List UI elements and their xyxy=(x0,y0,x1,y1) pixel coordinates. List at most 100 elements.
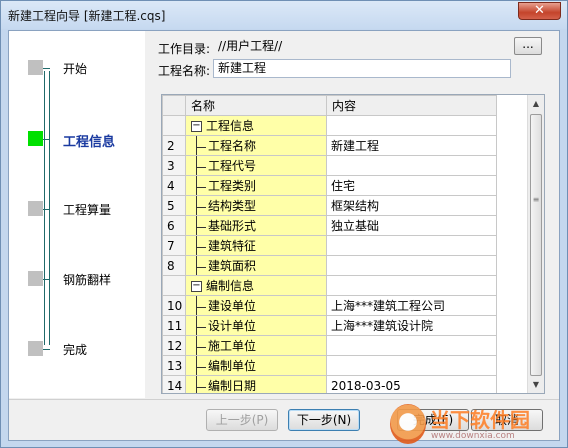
tree-line xyxy=(196,247,206,248)
row-number-cell xyxy=(162,115,186,136)
name-cell[interactable]: 建筑特征 xyxy=(185,235,327,256)
name-cell-content: − 工程信息 xyxy=(187,117,326,134)
name-cell[interactable]: 基础形式 xyxy=(185,215,327,236)
step-connector xyxy=(43,209,50,210)
grid-row[interactable]: 3 工程代号 xyxy=(162,155,497,176)
name-cell-content: 设计单位 xyxy=(187,316,326,335)
tree-line xyxy=(196,316,197,335)
name-cell[interactable]: 工程代号 xyxy=(185,155,327,176)
step-finish[interactable]: 完成 xyxy=(9,339,145,359)
next-button[interactable]: 下一步(N) xyxy=(288,409,360,431)
name-text: 工程信息 xyxy=(206,119,255,133)
grid-row[interactable]: 12 施工单位 xyxy=(162,335,497,356)
row-number-cell: 12 xyxy=(162,335,186,356)
row-number-cell: 6 xyxy=(162,215,186,236)
name-cell[interactable]: 施工单位 xyxy=(185,335,327,356)
value-cell[interactable] xyxy=(326,355,497,376)
value-column-header[interactable]: 内容 xyxy=(326,95,497,116)
step-marker-active xyxy=(28,131,43,146)
step-rebar[interactable]: 钢筋翻样 xyxy=(9,269,145,289)
project-name-label: 工程名称: xyxy=(158,64,211,78)
name-cell[interactable]: 结构类型 xyxy=(185,195,327,216)
prev-button[interactable]: 上一步(P) xyxy=(206,409,278,431)
value-cell[interactable]: 新建工程 xyxy=(326,135,497,156)
row-number-cell: 2 xyxy=(162,135,186,156)
step-marker xyxy=(28,341,43,356)
button-separator xyxy=(9,399,559,400)
title-bar[interactable]: 新建工程向导 [新建工程.cqs] ✕ xyxy=(1,1,567,29)
row-number-cell: 5 xyxy=(162,195,186,216)
window-title: 新建工程向导 [新建工程.cqs] xyxy=(8,9,166,23)
grid-row[interactable]: 4 工程类别 住宅 xyxy=(162,175,497,196)
name-cell-content: − 编制信息 xyxy=(187,277,326,294)
name-text: 设计单位 xyxy=(208,319,257,333)
name-cell[interactable]: 工程名称 xyxy=(185,135,327,156)
value-cell[interactable]: 上海***建筑设计院 xyxy=(326,315,497,336)
value-cell[interactable] xyxy=(326,335,497,356)
tree-line xyxy=(196,267,206,268)
value-cell[interactable] xyxy=(326,235,497,256)
grid-row[interactable]: 10 建设单位 上海***建筑工程公司 xyxy=(162,295,497,316)
collapse-icon[interactable]: − xyxy=(191,281,202,292)
collapse-icon[interactable]: − xyxy=(191,121,202,132)
tree-line xyxy=(196,256,197,275)
wizard-window: 新建工程向导 [新建工程.cqs] ✕ 开始 工程信息 工程算量 钢筋翻样 完成… xyxy=(0,0,568,448)
grid-row[interactable]: 6 基础形式 独立基础 xyxy=(162,215,497,236)
name-cell[interactable]: − 编制信息 xyxy=(185,275,327,296)
step-label: 钢筋翻样 xyxy=(63,273,112,287)
name-cell[interactable]: 编制日期 xyxy=(185,375,327,393)
grid-row[interactable]: 11 设计单位 上海***建筑设计院 xyxy=(162,315,497,336)
value-cell[interactable] xyxy=(326,275,497,296)
row-number-cell xyxy=(162,275,186,296)
tree-line xyxy=(196,376,197,393)
value-cell[interactable] xyxy=(326,255,497,276)
value-cell[interactable] xyxy=(326,155,497,176)
vertical-scrollbar[interactable]: ▲ ≡ ▼ xyxy=(527,95,544,393)
name-cell[interactable]: 设计单位 xyxy=(185,315,327,336)
scroll-up-icon[interactable]: ▲ xyxy=(528,95,544,112)
grid-row[interactable]: 8 建筑面积 xyxy=(162,255,497,276)
name-cell[interactable]: 建设单位 xyxy=(185,295,327,316)
name-cell[interactable]: 建筑面积 xyxy=(185,255,327,276)
grid-row[interactable]: 2 工程名称 新建工程 xyxy=(162,135,497,156)
step-start[interactable]: 开始 xyxy=(9,58,145,78)
browse-button[interactable]: ... xyxy=(514,37,542,55)
value-cell[interactable]: 住宅 xyxy=(326,175,497,196)
name-cell[interactable]: − 工程信息 xyxy=(185,115,327,136)
value-cell[interactable] xyxy=(326,115,497,136)
value-cell[interactable]: 独立基础 xyxy=(326,215,497,236)
tree-line xyxy=(196,167,206,168)
row-number-header xyxy=(162,95,186,116)
scroll-thumb[interactable]: ≡ xyxy=(530,114,542,376)
step-label-active: 工程信息 xyxy=(63,135,116,150)
name-text: 工程类别 xyxy=(208,179,257,193)
name-cell-content: 建筑面积 xyxy=(187,256,326,275)
scroll-down-icon[interactable]: ▼ xyxy=(528,376,544,393)
step-connector xyxy=(43,279,50,280)
grid-row[interactable]: 13 编制单位 xyxy=(162,355,497,376)
grid-row[interactable]: 14 编制日期 2018-03-05 xyxy=(162,375,497,393)
value-cell[interactable]: 框架结构 xyxy=(326,195,497,216)
step-connector xyxy=(43,68,50,69)
tree-line xyxy=(196,356,197,375)
project-info-grid[interactable]: 名称 内容 − 工程信息 2 工程名称 新建工程 3 工程代号 4 工程类别 住宅 5 结构类型 框架结… xyxy=(161,94,545,394)
name-cell-content: 工程类别 xyxy=(187,176,326,195)
project-name-input[interactable]: 新建工程 xyxy=(213,59,511,78)
name-cell-content: 建筑特征 xyxy=(187,236,326,255)
close-button[interactable]: ✕ xyxy=(518,2,561,20)
name-cell[interactable]: 编制单位 xyxy=(185,355,327,376)
step-project-info[interactable]: 工程信息 xyxy=(9,129,145,150)
name-text: 建筑特征 xyxy=(208,239,257,253)
name-column-header[interactable]: 名称 xyxy=(185,95,327,116)
grid-group-row[interactable]: − 工程信息 xyxy=(162,115,497,136)
grid-group-row[interactable]: − 编制信息 xyxy=(162,275,497,296)
value-cell[interactable]: 上海***建筑工程公司 xyxy=(326,295,497,316)
tree-line xyxy=(196,296,197,315)
watermark: 当下软件园 www.downxia.com xyxy=(390,404,560,444)
step-marker xyxy=(28,60,43,75)
grid-row[interactable]: 5 结构类型 框架结构 xyxy=(162,195,497,216)
value-cell[interactable]: 2018-03-05 xyxy=(326,375,497,393)
name-cell[interactable]: 工程类别 xyxy=(185,175,327,196)
grid-row[interactable]: 7 建筑特征 xyxy=(162,235,497,256)
step-quantity[interactable]: 工程算量 xyxy=(9,199,145,219)
